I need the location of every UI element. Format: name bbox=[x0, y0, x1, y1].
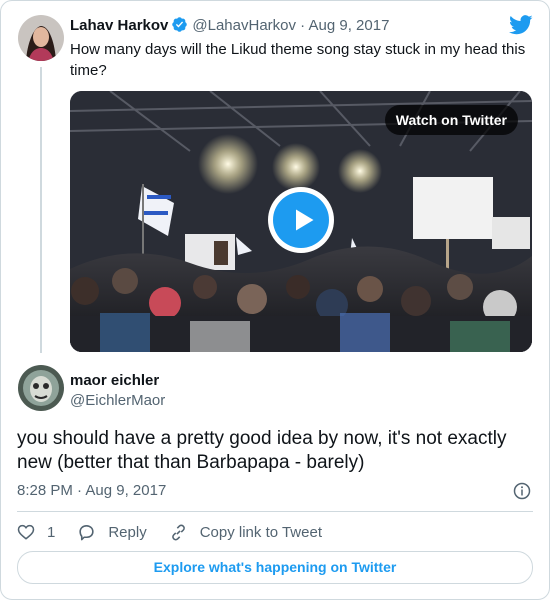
parent-author-handle[interactable]: @LahavHarkov bbox=[192, 17, 296, 34]
thread-connector-line bbox=[40, 67, 42, 353]
copy-link-label: Copy link to Tweet bbox=[199, 523, 322, 541]
link-icon bbox=[171, 524, 185, 540]
divider bbox=[17, 511, 533, 512]
parent-author-avatar[interactable] bbox=[18, 15, 64, 61]
play-button[interactable] bbox=[268, 187, 334, 253]
play-icon bbox=[296, 209, 314, 231]
reply-author-handle[interactable]: @EichlerMaor bbox=[70, 391, 165, 411]
like-button[interactable]: 1 bbox=[17, 523, 55, 541]
twitter-bird-icon[interactable] bbox=[509, 15, 533, 40]
reply-button[interactable]: Reply bbox=[77, 523, 147, 542]
timestamp-separator: · bbox=[77, 482, 83, 499]
parent-author-name[interactable]: Lahav Harkov bbox=[70, 17, 168, 34]
reply-tweet-text: you should have a pretty good idea by no… bbox=[17, 428, 507, 473]
reply-tweet-header: maor eichler @EichlerMaor bbox=[70, 371, 165, 411]
tweet-timestamp[interactable]: 8:28 PM · Aug 9, 2017 bbox=[17, 482, 166, 499]
verified-badge-icon bbox=[171, 16, 188, 37]
like-count: 1 bbox=[47, 523, 56, 541]
info-icon[interactable] bbox=[513, 482, 531, 505]
parent-tweet-header: Lahav Harkov @LahavHarkov · Aug 9, 2017 bbox=[70, 16, 389, 37]
tweet-date: Aug 9, 2017 bbox=[85, 482, 167, 499]
reply-author-avatar[interactable] bbox=[18, 365, 64, 411]
parent-tweet-date[interactable]: Aug 9, 2017 bbox=[309, 17, 390, 34]
explore-twitter-button[interactable]: Explore what's happening on Twitter bbox=[17, 551, 533, 584]
reply-label: Reply bbox=[108, 523, 147, 541]
copy-link-button[interactable]: Copy link to Tweet bbox=[169, 523, 322, 542]
tweet-time: 8:28 PM bbox=[17, 482, 73, 499]
tweet-embed-card: Lahav Harkov @LahavHarkov · Aug 9, 2017 H… bbox=[0, 0, 550, 600]
reply-bubble-icon bbox=[79, 524, 94, 540]
video-thumbnail[interactable]: Watch on Twitter bbox=[70, 91, 532, 352]
parent-tweet-text: How many days will the Likud theme song … bbox=[70, 41, 526, 79]
header-separator: · bbox=[300, 17, 306, 34]
heart-icon bbox=[17, 524, 35, 540]
watch-on-twitter-badge[interactable]: Watch on Twitter bbox=[384, 105, 518, 135]
action-bar: 1 Reply Copy link to Tweet bbox=[17, 521, 344, 543]
reply-author-name[interactable]: maor eichler bbox=[70, 371, 165, 391]
